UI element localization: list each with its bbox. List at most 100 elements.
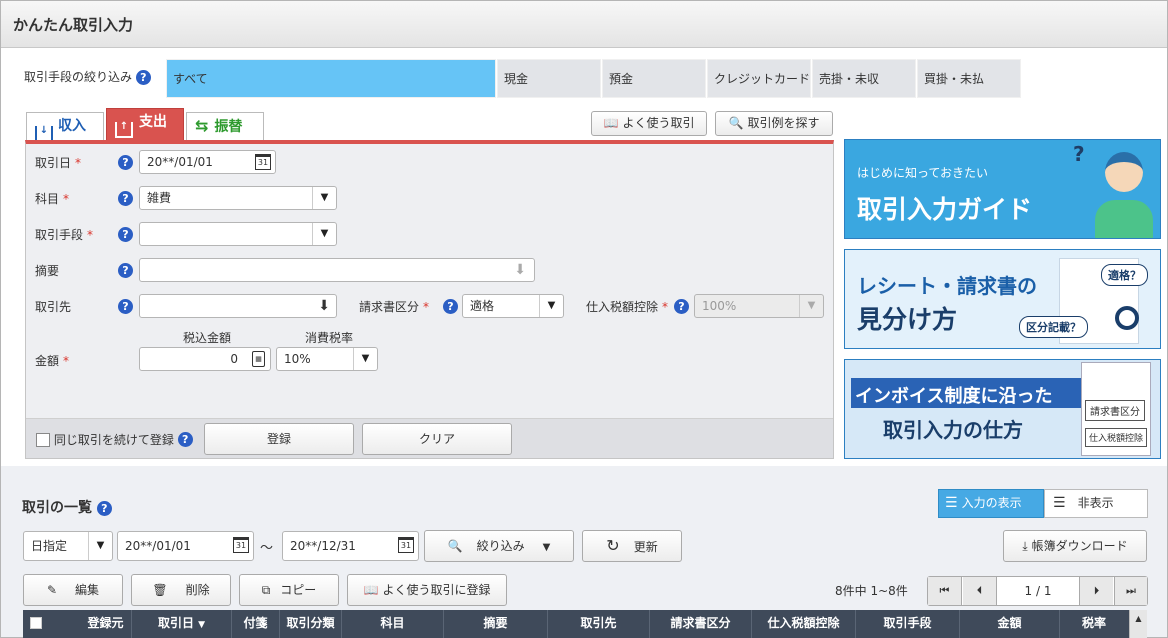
chevron-down-icon: ▼ <box>88 532 112 560</box>
receipt-banner[interactable]: レシート・請求書の 見分け方 適格？ 区分記載？ <box>844 249 1161 349</box>
date-to-input[interactable]: 20**/12/31 31 <box>282 531 419 561</box>
date-from-input[interactable]: 20**/01/01 31 <box>117 531 254 561</box>
favorites-button[interactable]: 📖 よく使う取引 <box>591 111 707 136</box>
amount-input[interactable]: 0 ▦ <box>139 347 271 371</box>
column-source[interactable]: 登録元 <box>80 610 132 638</box>
arrow-down-icon[interactable]: ⬇ <box>318 295 330 317</box>
repeat-checkbox[interactable] <box>36 432 50 447</box>
chevron-down-icon: ▼ <box>799 295 823 317</box>
invoice-banner[interactable]: インボイス制度に沿った 取引入力の仕方 請求書区分 仕入税額控除 <box>844 359 1161 459</box>
chevron-down-icon: ▼ <box>312 187 336 209</box>
select-all-checkbox[interactable] <box>30 617 42 629</box>
show-input-toggle[interactable]: ☰ 入力の表示 <box>938 489 1044 518</box>
person-illustration <box>1093 148 1153 238</box>
calendar-icon[interactable]: 31 <box>255 154 271 170</box>
calendar-icon[interactable]: 31 <box>233 537 249 553</box>
taxrate-header: 消費税率 <box>305 331 354 345</box>
calculator-icon[interactable]: ▦ <box>252 351 265 367</box>
account-select[interactable]: 雑費 ▼ <box>139 186 337 210</box>
amount-label: 金額 * <box>35 354 70 368</box>
page-header: かんたん取引入力 <box>1 1 1167 48</box>
tab-transfer[interactable]: ⇆ 振替 <box>186 112 264 140</box>
download-icon: ⤓ <box>1022 539 1028 553</box>
page-title: かんたん取引入力 <box>13 16 134 34</box>
method-select[interactable]: ▼ <box>139 222 337 246</box>
filter-deposit[interactable]: 預金 <box>602 59 706 98</box>
narrow-button[interactable]: 🔍 絞り込み ▼ <box>424 530 574 562</box>
chevron-down-icon: ▼ <box>312 223 336 245</box>
hide-input-toggle[interactable]: ☰ 非表示 <box>1044 489 1148 518</box>
column-amount[interactable]: 金額 <box>960 610 1060 638</box>
page-indicator: 1 / 1 <box>1024 584 1052 598</box>
range-separator: ～ <box>260 541 274 556</box>
edit-button[interactable]: ✎ 編集 <box>23 574 123 606</box>
column-memo[interactable]: 摘要 <box>444 610 548 638</box>
partner-input[interactable]: ⬇ <box>139 294 337 318</box>
help-icon[interactable]: ? <box>674 299 689 314</box>
help-icon[interactable]: ? <box>96 501 112 516</box>
last-page-icon[interactable]: ⏭ <box>1114 577 1147 605</box>
help-icon[interactable]: ? <box>443 299 458 314</box>
amount-header: 税込金額 <box>183 331 232 345</box>
scroll-up-icon[interactable]: ▲ <box>1135 614 1141 623</box>
examples-button[interactable]: 🔍 取引例を探す <box>715 111 833 136</box>
column-deduction[interactable]: 仕入税額控除 <box>752 610 856 638</box>
register-button[interactable]: 登録 <box>204 423 354 455</box>
column-invoice-type[interactable]: 請求書区分 <box>650 610 752 638</box>
list-icon: ☰ <box>1053 495 1066 511</box>
book-icon: 📖 <box>603 116 619 130</box>
refresh-button[interactable]: ↻ 更新 <box>582 530 682 562</box>
calendar-icon[interactable]: 31 <box>398 537 414 553</box>
help-icon[interactable]: ? <box>118 263 133 278</box>
tab-income[interactable]: ↓ 収入 <box>26 112 104 142</box>
filter-credit-card[interactable]: クレジットカード <box>707 59 811 98</box>
partner-label: 取引先 <box>35 300 72 314</box>
book-plus-icon: 📖 <box>363 583 379 597</box>
delete-button[interactable]: 🗑 削除 <box>131 574 231 606</box>
help-icon[interactable]: ? <box>135 70 151 85</box>
column-category[interactable]: 取引分類 <box>280 610 342 638</box>
copy-button[interactable]: ⧉ コピー <box>239 574 339 606</box>
help-icon[interactable]: ? <box>118 191 133 206</box>
next-page-icon[interactable]: ⏵ <box>1079 577 1113 605</box>
download-button[interactable]: ⤓ 帳簿ダウンロード <box>1003 530 1147 562</box>
column-sticky[interactable]: 付箋 <box>232 610 280 638</box>
filter-receivable[interactable]: 売掛・未収 <box>812 59 916 98</box>
deduction-select: 100% ▼ <box>694 294 824 318</box>
clear-button[interactable]: クリア <box>362 423 512 455</box>
invoice-type-label: 請求書区分 * <box>359 300 430 314</box>
filter-payable[interactable]: 買掛・未払 <box>917 59 1021 98</box>
search-icon: 🔍 <box>728 116 744 130</box>
date-input[interactable]: 20**/01/01 31 <box>139 150 276 174</box>
help-icon[interactable]: ? <box>118 299 133 314</box>
arrow-down-icon[interactable]: ⬇ <box>514 259 526 281</box>
repeat-checkbox-row[interactable]: 同じ取引を続けて登録 ? <box>36 431 193 448</box>
help-icon[interactable]: ? <box>118 227 133 242</box>
column-date[interactable]: 取引日 ▼ <box>132 610 232 638</box>
scrollbar[interactable]: ▲ <box>1129 610 1147 638</box>
refresh-icon: ↻ <box>606 536 620 555</box>
prev-page-icon[interactable]: ⏴ <box>963 577 997 605</box>
date-label: 取引日 * <box>35 156 82 170</box>
help-icon[interactable]: ? <box>118 155 133 170</box>
tab-expense[interactable]: ↑ 支出 <box>106 108 184 140</box>
filter-all[interactable]: すべて <box>166 59 496 98</box>
expense-icon: ↑ <box>115 122 133 138</box>
column-account[interactable]: 科目 <box>342 610 444 638</box>
filter-cash[interactable]: 現金 <box>497 59 601 98</box>
date-mode-select[interactable]: 日指定 ▼ <box>23 531 113 561</box>
magnifier-icon <box>1115 306 1139 330</box>
column-taxrate[interactable]: 税率 <box>1060 610 1128 638</box>
memo-label: 摘要 <box>35 264 60 278</box>
taxrate-select[interactable]: 10% ▼ <box>276 347 378 371</box>
guide-banner[interactable]: はじめに知っておきたい 取引入力ガイド ? <box>844 139 1161 239</box>
column-partner[interactable]: 取引先 <box>548 610 650 638</box>
memo-input[interactable]: ⬇ <box>139 258 535 282</box>
first-page-icon[interactable]: ⏮ <box>928 577 962 605</box>
pencil-icon: ✎ <box>46 583 58 597</box>
help-icon[interactable]: ? <box>177 432 193 447</box>
pagination: ⏮ ⏴ 1 / 1 ⏵ ⏭ <box>927 576 1148 606</box>
invoice-type-select[interactable]: 適格 ▼ <box>462 294 564 318</box>
add-favorite-button[interactable]: 📖 よく使う取引に登録 <box>347 574 507 606</box>
column-method[interactable]: 取引手段 <box>856 610 960 638</box>
